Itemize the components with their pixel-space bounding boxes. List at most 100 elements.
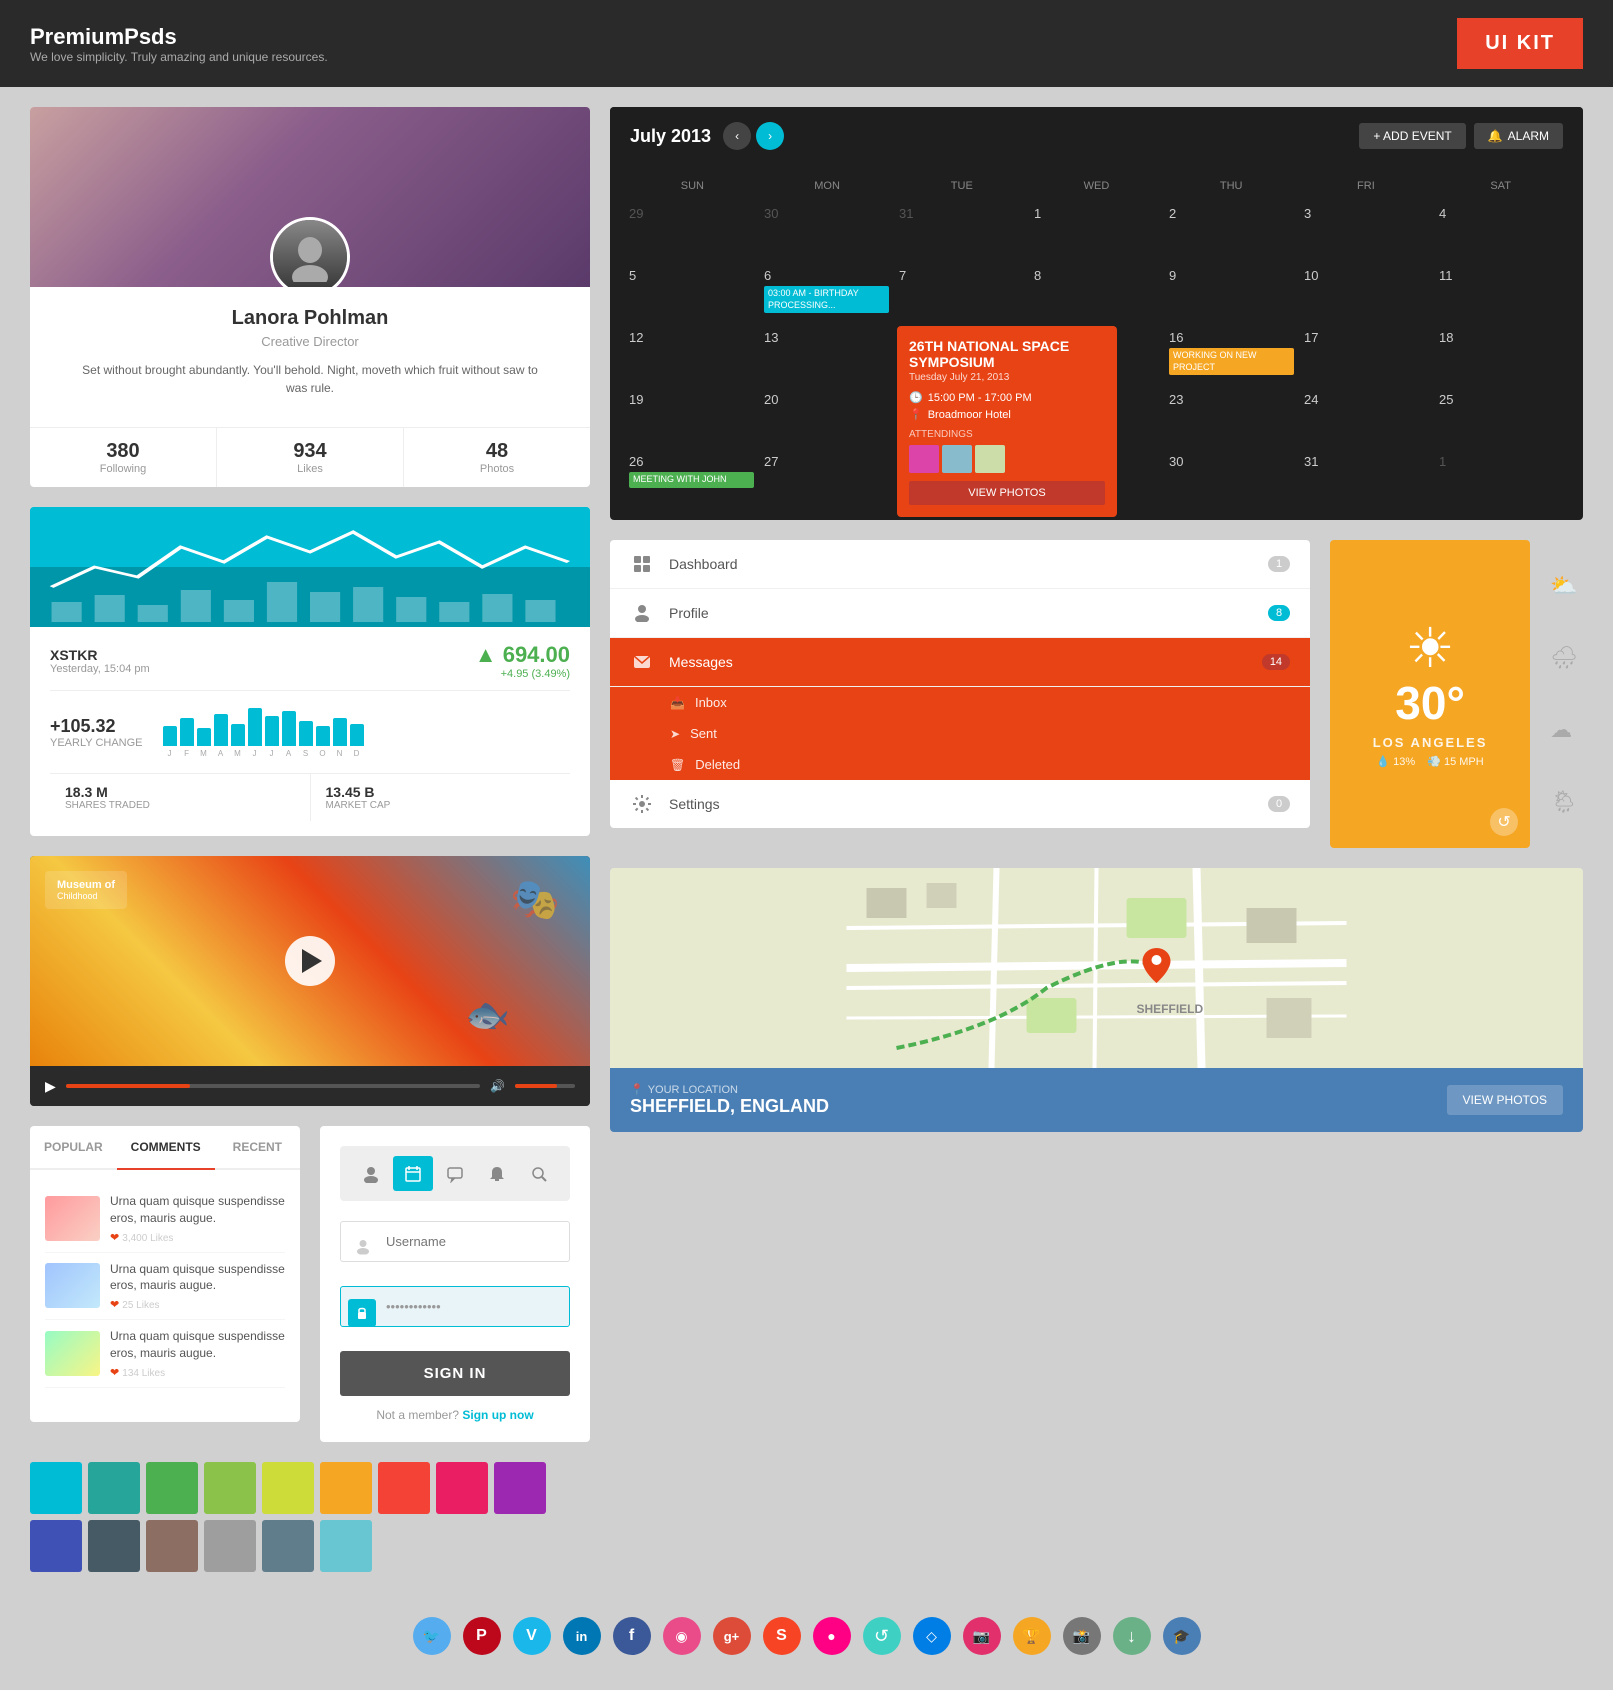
cal-cell[interactable]: 31 [895,202,1028,262]
cal-cell[interactable]: 8 [1030,264,1163,324]
google-plus-icon[interactable]: g+ [713,1617,751,1655]
color-swatch[interactable] [146,1520,198,1572]
cal-cell[interactable]: 31 [1300,450,1433,510]
cal-cell[interactable]: 20 [760,388,893,448]
login-form: SIGN IN Not a member? Sign up now [320,1126,590,1442]
color-swatch[interactable] [436,1462,488,1514]
cal-cell[interactable]: 7 [895,264,1028,324]
cal-cell[interactable]: 24 [1300,388,1433,448]
stock-chart [30,507,590,627]
color-swatch[interactable] [30,1462,82,1514]
linkedin-icon[interactable]: in [563,1617,601,1655]
color-swatch[interactable] [494,1462,546,1514]
cal-cell[interactable]: 17 [1300,326,1433,386]
tabs-list: POPULAR COMMENTS RECENT Urna quam quisqu… [30,1126,300,1422]
cal-cell[interactable]: 1 [1030,202,1163,262]
nav-item-messages[interactable]: Messages 14 [610,638,1310,687]
color-swatch[interactable] [378,1462,430,1514]
pinterest-icon[interactable]: P [463,1617,501,1655]
sign-in-button[interactable]: SIGN IN [340,1351,570,1396]
alarm-button[interactable]: 🔔 ALARM [1474,123,1563,149]
calendar-prev[interactable]: ‹ [723,122,751,150]
refresh-icon[interactable]: ↺ [863,1617,901,1655]
username-input[interactable] [340,1221,570,1262]
color-swatch[interactable] [262,1462,314,1514]
tab-recent[interactable]: RECENT [215,1126,300,1170]
instagram-icon[interactable]: 📷 [963,1617,1001,1655]
cal-cell[interactable]: 11 [1435,264,1568,324]
sign-up-link[interactable]: Sign up now [462,1408,533,1422]
cal-cell[interactable]: 16 WORKING ON NEW PROJECT [1165,326,1298,386]
video-progress-bar[interactable] [66,1084,480,1088]
tab-comments[interactable]: COMMENTS [117,1126,215,1170]
view-photos-map-button[interactable]: VIEW PHOTOS [1447,1085,1563,1115]
color-swatch[interactable] [146,1462,198,1514]
cal-cell-15[interactable]: 15 26TH NATIONAL SPACE SYMPOSIUM Tuesday… [1030,326,1163,386]
stock-info: XSTKR Yesterday, 15:04 pm ▲ 694.00 +4.95… [30,627,590,836]
nav-item-settings[interactable]: Settings 0 [610,780,1310,828]
cal-cell[interactable]: 18 [1435,326,1568,386]
cal-cell[interactable]: 9 [1165,264,1298,324]
stumbleupon-icon[interactable]: S [763,1617,801,1655]
graduation-icon[interactable]: 🎓 [1163,1617,1201,1655]
video-play-icon[interactable]: ▶ [45,1078,56,1095]
play-button[interactable] [285,936,335,986]
cal-cell[interactable]: 13 [760,326,893,386]
color-swatch[interactable] [88,1520,140,1572]
cal-cell[interactable]: 3 [1300,202,1433,262]
download-icon[interactable]: ↓ [1113,1617,1151,1655]
view-photos-cal-button[interactable]: VIEW PHOTOS [909,481,1105,505]
tab-icon-person[interactable] [351,1156,391,1191]
twitter-icon[interactable]: 🐦 [413,1617,451,1655]
cal-cell[interactable]: 2 [1165,202,1298,262]
color-swatch[interactable] [262,1520,314,1572]
flickr-icon[interactable]: ● [813,1617,851,1655]
weather-temp: 30° [1395,676,1465,730]
submenu-sent[interactable]: ➤ Sent [610,718,1310,749]
nav-item-profile[interactable]: Profile 8 [610,589,1310,638]
cal-cell[interactable]: 26 MEETING WITH JOHN [625,450,758,510]
submenu-deleted[interactable]: 🗑 Deleted [610,749,1310,780]
calendar-next[interactable]: › [756,122,784,150]
cal-cell[interactable]: 6 03:00 AM - BIRTHDAY PROCESSING... [760,264,893,324]
color-swatch[interactable] [204,1520,256,1572]
facebook-icon[interactable]: f [613,1617,651,1655]
weather-sun-icon: ☀ [1405,621,1454,676]
cal-cell[interactable]: 25 [1435,388,1568,448]
cal-cell[interactable]: 23 [1165,388,1298,448]
tab-icon-bell[interactable] [477,1156,517,1191]
color-swatch[interactable] [320,1520,372,1572]
dribbble-icon[interactable]: ◉ [663,1617,701,1655]
submenu-inbox[interactable]: 📥 Inbox [610,687,1310,718]
cal-cell[interactable]: 19 [625,388,758,448]
cal-cell[interactable]: 27 [760,450,893,510]
color-swatch[interactable] [30,1520,82,1572]
cal-cell[interactable]: 10 [1300,264,1433,324]
tab-icon-chat[interactable] [435,1156,475,1191]
tab-popular[interactable]: POPULAR [30,1126,117,1170]
cal-cell[interactable]: 30 [1165,450,1298,510]
nav-item-dashboard[interactable]: Dashboard 1 [610,540,1310,589]
dropbox-icon[interactable]: ◇ [913,1617,951,1655]
volume-bar[interactable] [515,1084,575,1088]
tab-icon-search[interactable] [519,1156,559,1191]
cal-cell[interactable]: 1 [1435,450,1568,510]
camera-icon[interactable]: 📸 [1063,1617,1101,1655]
color-swatch[interactable] [320,1462,372,1514]
add-event-button[interactable]: + ADD EVENT [1359,123,1465,149]
cal-cell[interactable]: 12 [625,326,758,386]
cal-cell[interactable]: 5 [625,264,758,324]
video-controls: ▶ 🔊 [30,1066,590,1106]
cal-cell[interactable]: 4 [1435,202,1568,262]
cal-cell[interactable]: 29 [625,202,758,262]
lock-icon [348,1299,376,1327]
vimeo-icon[interactable]: V [513,1617,551,1655]
weather-card: ☀ 30° LOS ANGELES 💧 13% 💨 15 MPH ↺ [1330,540,1530,848]
weather-refresh-button[interactable]: ↺ [1490,808,1518,836]
color-swatch[interactable] [204,1462,256,1514]
color-swatch[interactable] [88,1462,140,1514]
messages-submenu: 📥 Inbox ➤ Sent 🗑 Deleted [610,687,1310,780]
cal-cell[interactable]: 30 [760,202,893,262]
tab-icon-calendar[interactable] [393,1156,433,1191]
trophy-icon[interactable]: 🏆 [1013,1617,1051,1655]
